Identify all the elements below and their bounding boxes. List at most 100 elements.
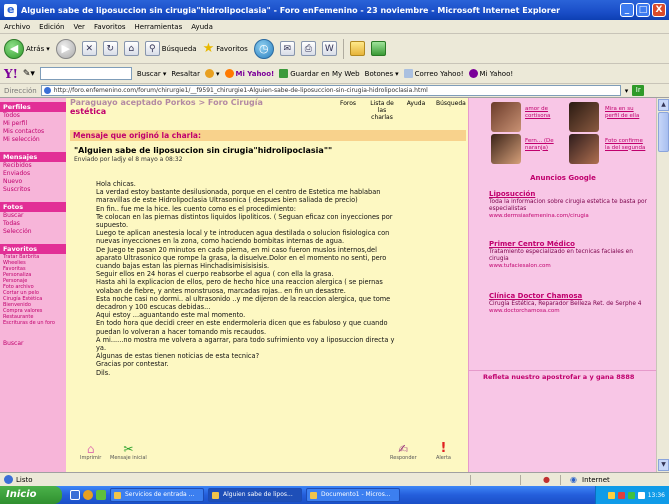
home-icon[interactable]: ⌂ [123,41,139,56]
nav-section-fotos: Fotos [0,202,66,212]
nav-section-perfiles: Perfiles [0,102,66,112]
nav-item[interactable]: Selección [0,228,66,236]
start-button[interactable]: Inicio [0,486,62,504]
menu-favoritos[interactable]: Favoritos [94,23,126,31]
clock[interactable]: 13:36 [648,492,665,499]
yahoo-search-button[interactable]: Buscar ▾ [137,70,166,78]
scroll-up-icon[interactable]: ▲ [658,99,669,111]
my-yahoo-link[interactable]: Mi Yahoo! [224,69,274,78]
ad-url[interactable]: www.dermsiasfemenina.com/cirugia [489,213,649,220]
menu-edicion[interactable]: Edición [39,23,64,31]
tool-foros[interactable]: Foros [334,100,362,121]
task-button[interactable]: Documento1 - Micros... [306,488,400,502]
task-button-active[interactable]: Alguien sabe de lipos... [208,488,302,502]
messenger-icon[interactable] [370,41,386,56]
quicklaunch-icon[interactable] [96,490,106,500]
nav-item[interactable]: Mi selección [0,136,66,144]
ad-block[interactable]: Clínica Doctor Chamosa Cirugía Estética,… [489,292,649,315]
quicklaunch-icon[interactable] [70,490,80,500]
nav-item[interactable]: Mi perfil [0,120,66,128]
edit-icon[interactable]: W [321,41,337,56]
history-icon[interactable]: ◷ [253,38,274,59]
scroll-thumb[interactable] [658,112,669,152]
nav-item[interactable]: Escrituras de un foro [0,320,66,326]
dropdown-arrow-icon[interactable]: ▾ [625,87,629,95]
nav-item-extra[interactable]: Buscar [0,340,66,348]
print-icon[interactable]: ⎙ [300,41,316,56]
title-bar[interactable]: Alguien sabe de liposuccion sin cirugia"… [0,0,669,20]
tool-ayuda[interactable]: Ayuda [402,100,430,121]
ad-title[interactable]: Primer Centro Médico [489,240,649,249]
tray-icon[interactable] [617,491,625,499]
back-button[interactable]: ◀ Atrás ▾ [4,38,50,59]
menu-herramientas[interactable]: Herramientas [135,23,183,31]
ad-block[interactable]: Liposucción Toda la informacion sobre ci… [489,190,649,220]
mail-icon[interactable]: ✉ [279,41,295,56]
ie-yahoo-link[interactable]: ▾ [204,69,220,78]
yahoo-logo[interactable]: Y! [4,67,18,81]
right-sidebar: amor de cortisona Mira en su perfil de e… [468,98,656,472]
tray-icon[interactable] [627,491,635,499]
stop-icon[interactable]: ✕ [81,41,97,56]
yahoo-mail-link[interactable]: Correo Yahoo! [403,69,464,78]
nav-item[interactable]: Enviados [0,170,66,178]
my-yahoo-link-2[interactable]: Mi Yahoo! [468,69,513,78]
alert-button[interactable]: ! Alerta [436,442,451,461]
initial-message-button[interactable]: ✂ Mensaje inicial [110,443,147,461]
highlight-link[interactable]: Resaltar [171,70,200,78]
minimize-button[interactable]: _ [620,3,634,17]
quicklaunch-icon[interactable] [83,490,93,500]
nav-item[interactable]: Todas [0,220,66,228]
user-link[interactable]: amor de cortisona [525,106,563,119]
buttons-link[interactable]: Botones ▾ [365,70,399,78]
tool-lista[interactable]: Lista de las charlas [368,100,396,121]
user-link[interactable]: Fern... (De naranja) [525,138,563,151]
reply-button[interactable]: ✍ Responder [390,443,417,461]
menu-archivo[interactable]: Archivo [4,23,30,31]
ad-title[interactable]: Clínica Doctor Chamosa [489,292,649,301]
refresh-icon[interactable]: ↻ [102,41,118,56]
close-button[interactable]: X [652,3,666,17]
scroll-down-icon[interactable]: ▼ [658,459,669,471]
nav-item[interactable]: Buscar [0,212,66,220]
nav-item[interactable]: Recibidos [0,162,66,170]
vertical-scrollbar[interactable]: ▲ ▼ [656,98,669,472]
user-avatar[interactable] [491,134,521,164]
ad-url[interactable]: www.doctorchamosa.com [489,308,649,315]
nav-item[interactable]: Nuevo [0,178,66,186]
user-avatar[interactable] [569,134,599,164]
user-link[interactable]: Foto confirme la del segunda [605,138,647,151]
search-icon: ⚲ [144,41,160,56]
pencil-icon[interactable]: ✎▾ [23,69,35,79]
menu-ayuda[interactable]: Ayuda [191,23,213,31]
maximize-button[interactable]: □ [636,3,650,17]
go-button[interactable]: Ir [632,85,645,96]
nav-item[interactable]: Mis contactos [0,128,66,136]
menu-ver[interactable]: Ver [74,23,85,31]
ad-title[interactable]: Liposucción [489,190,649,199]
task-button[interactable]: Servicios de entrada ... [110,488,204,502]
folder-icon[interactable] [349,41,365,56]
tool-busqueda[interactable]: Búsqueda [436,100,466,121]
system-tray: 13:36 [595,486,669,504]
tray-icon[interactable] [637,491,645,499]
message-header: Mensaje que originó la charla: [70,130,466,141]
zone-text: Internet [582,476,610,484]
yahoo-search-input[interactable] [39,67,132,80]
user-link[interactable]: Mira en su perfil de ella [605,106,647,119]
user-avatar[interactable] [491,102,521,132]
tray-icon[interactable] [607,491,615,499]
save-to-myweb-link[interactable]: Guardar en My Web [279,69,360,78]
user-avatar[interactable] [569,102,599,132]
sidebar-footer-link[interactable]: Refleta nuestro apostrofar a y gana 8888 [469,370,656,381]
nav-item[interactable]: Todos [0,112,66,120]
print-button[interactable]: ⌂ Imprimir [80,443,101,461]
forward-button[interactable]: ▶ [55,38,76,59]
ad-block[interactable]: Primer Centro Médico Tratamiento especia… [489,240,649,270]
address-input[interactable]: http://foro.enfemenino.com/forum/chirurg… [40,85,621,96]
nav-item[interactable]: Suscritos [0,186,66,194]
favorites-button[interactable]: ★ Favoritos [203,41,248,56]
search-button[interactable]: ⚲ Búsqueda [144,41,197,56]
browser-window: Alguien sabe de liposuccion sin cirugia"… [0,0,669,504]
ad-url[interactable]: www.tufaciesalon.com [489,263,649,270]
